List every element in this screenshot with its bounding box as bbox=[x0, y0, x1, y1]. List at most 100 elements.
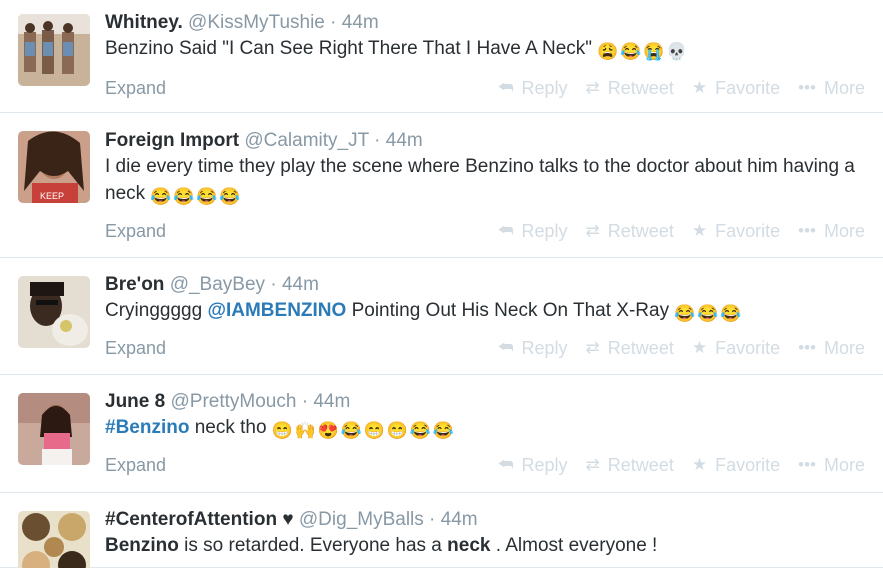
separator: · bbox=[330, 12, 337, 33]
favorite-button[interactable]: ★ Favorite bbox=[692, 76, 780, 100]
tweet[interactable]: Whitney. @KissMyTushie · 44m Benzino Sai… bbox=[0, 0, 883, 113]
timestamp[interactable]: 44m bbox=[282, 274, 319, 295]
tweet-header: Foreign Import @Calamity_JT · 44m bbox=[105, 129, 875, 153]
more-button[interactable]: ••• More bbox=[798, 219, 865, 243]
tweet-actions: ⮪ Reply ⇄ Retweet ★ Favorite ••• More bbox=[480, 219, 865, 243]
tears-of-joy-emoji: 😂 bbox=[620, 42, 642, 61]
svg-text:KEEP: KEEP bbox=[40, 191, 64, 201]
expand-link[interactable]: Expand bbox=[105, 336, 166, 360]
fullname[interactable]: #CenterofAttention ♥ bbox=[105, 509, 294, 530]
more-button[interactable]: ••• More bbox=[798, 453, 865, 477]
tweet-footer: Expand ⮪ Reply ⇄ Retweet ★ Favorite ••• More bbox=[105, 76, 875, 100]
retweet-icon: ⇄ bbox=[585, 455, 600, 474]
username[interactable]: @Dig_MyBalls bbox=[299, 509, 424, 530]
retweet-label: Retweet bbox=[607, 78, 674, 98]
heart-eyes-emoji: 😍 bbox=[317, 421, 340, 440]
more-dots-icon: ••• bbox=[798, 338, 816, 357]
tweet-text: Benzino Said "I Can See Right There That… bbox=[105, 35, 875, 62]
username[interactable]: @_BayBey bbox=[170, 274, 265, 295]
tweet[interactable]: June 8 @PrettyMouch · 44m #Benzino neck … bbox=[0, 375, 883, 493]
tweet-footer: Expand ⮪ Reply ⇄ Retweet ★ Favorite ••• More bbox=[105, 219, 875, 243]
retweet-button[interactable]: ⇄ Retweet bbox=[586, 453, 674, 477]
tweet-actions: ⮪ Reply ⇄ Retweet ★ Favorite ••• More bbox=[480, 336, 865, 360]
retweet-icon: ⇄ bbox=[585, 221, 600, 240]
favorite-button[interactable]: ★ Favorite bbox=[692, 219, 780, 243]
separator: · bbox=[429, 509, 436, 530]
more-button[interactable]: ••• More bbox=[798, 336, 865, 360]
timestamp[interactable]: 44m bbox=[313, 391, 350, 412]
tears-of-joy-emoji: 😂 bbox=[219, 187, 241, 206]
weary-face-emoji: 😩 bbox=[597, 42, 619, 61]
favorite-label: Favorite bbox=[715, 455, 781, 475]
fullname[interactable]: June 8 bbox=[105, 391, 165, 412]
username[interactable]: @KissMyTushie bbox=[188, 12, 325, 33]
tweet-header: Whitney. @KissMyTushie · 44m bbox=[105, 11, 875, 35]
more-dots-icon: ••• bbox=[798, 455, 816, 474]
timestamp[interactable]: 44m bbox=[441, 509, 478, 530]
reply-button[interactable]: ⮪ Reply bbox=[498, 76, 568, 100]
avatar[interactable] bbox=[18, 14, 90, 86]
avatar[interactable] bbox=[18, 511, 90, 568]
favorite-label: Favorite bbox=[715, 221, 781, 241]
tweet-text-body: Pointing Out His Neck On That X-Ray bbox=[351, 300, 670, 321]
tweet[interactable]: #CenterofAttention ♥ @Dig_MyBalls · 44m … bbox=[0, 493, 883, 568]
retweet-icon: ⇄ bbox=[585, 78, 600, 97]
tweet-text-body: . Almost everyone ! bbox=[495, 535, 658, 556]
favorite-button[interactable]: ★ Favorite bbox=[692, 453, 780, 477]
reply-label: Reply bbox=[521, 455, 568, 475]
username[interactable]: @Calamity_JT bbox=[244, 130, 369, 151]
tweet-footer: Expand ⮪ Reply ⇄ Retweet ★ Favorite ••• More bbox=[105, 336, 875, 360]
more-label: More bbox=[823, 78, 865, 98]
tweet-text-body: neck tho bbox=[194, 417, 267, 438]
more-button[interactable]: ••• More bbox=[798, 76, 865, 100]
mention-link[interactable]: @IAMBENZINO bbox=[207, 300, 346, 321]
avatar[interactable] bbox=[18, 276, 90, 348]
raised-hands-emoji: 🙌 bbox=[294, 421, 317, 440]
skull-emoji: 💀 bbox=[666, 42, 688, 61]
timestamp[interactable]: 44m bbox=[386, 130, 423, 151]
fullname[interactable]: Whitney. bbox=[105, 12, 183, 33]
fullname[interactable]: Foreign Import bbox=[105, 130, 239, 151]
reply-button[interactable]: ⮪ Reply bbox=[498, 453, 568, 477]
reply-button[interactable]: ⮪ Reply bbox=[498, 219, 568, 243]
tweet-text-body: is so retarded. Everyone has a bbox=[184, 535, 442, 556]
grimacing-face-emoji: 😁 bbox=[386, 421, 409, 440]
more-label: More bbox=[823, 221, 865, 241]
tweet[interactable]: KEEP Foreign Import @Calamity_JT · 44m I… bbox=[0, 113, 883, 258]
separator: · bbox=[270, 274, 277, 295]
star-icon: ★ bbox=[691, 338, 708, 357]
separator: · bbox=[301, 391, 309, 412]
tweet-actions: ⮪ Reply ⇄ Retweet ★ Favorite ••• More bbox=[480, 453, 865, 477]
timestamp[interactable]: 44m bbox=[342, 12, 379, 33]
retweet-label: Retweet bbox=[607, 455, 674, 475]
expand-link[interactable]: Expand bbox=[105, 76, 166, 100]
retweet-button[interactable]: ⇄ Retweet bbox=[586, 219, 674, 243]
reply-icon: ⮪ bbox=[497, 78, 514, 97]
favorite-label: Favorite bbox=[715, 78, 781, 98]
tears-of-joy-emoji: 😂 bbox=[674, 304, 696, 323]
tweet-text-body: Cryinggggg bbox=[105, 300, 203, 321]
grimacing-face-emoji: 😁 bbox=[363, 421, 386, 440]
expand-link[interactable]: Expand bbox=[105, 219, 166, 243]
fullname[interactable]: Bre'on bbox=[105, 274, 164, 295]
hashtag-link[interactable]: #Benzino bbox=[105, 417, 189, 438]
tears-of-joy-emoji: 😂 bbox=[697, 304, 719, 323]
tears-of-joy-emoji: 😂 bbox=[409, 421, 432, 440]
tears-of-joy-emoji: 😂 bbox=[150, 187, 172, 206]
favorite-button[interactable]: ★ Favorite bbox=[692, 336, 780, 360]
avatar[interactable] bbox=[18, 393, 90, 465]
reply-icon: ⮪ bbox=[497, 221, 514, 240]
reply-button[interactable]: ⮪ Reply bbox=[498, 336, 568, 360]
tweet-header: June 8 @PrettyMouch · 44m bbox=[105, 390, 875, 414]
retweet-button[interactable]: ⇄ Retweet bbox=[586, 336, 674, 360]
highlighted-term: neck bbox=[447, 535, 491, 556]
tears-of-joy-emoji: 😂 bbox=[196, 187, 218, 206]
tweet-actions: ⮪ Reply ⇄ Retweet ★ Favorite ••• More bbox=[480, 76, 865, 100]
avatar[interactable]: KEEP bbox=[18, 131, 90, 203]
expand-link[interactable]: Expand bbox=[105, 453, 166, 477]
tweet[interactable]: Bre'on @_BayBey · 44m Cryinggggg @IAMBEN… bbox=[0, 258, 883, 375]
username[interactable]: @PrettyMouch bbox=[170, 391, 296, 412]
retweet-button[interactable]: ⇄ Retweet bbox=[586, 76, 674, 100]
more-label: More bbox=[823, 455, 865, 475]
star-icon: ★ bbox=[691, 78, 708, 97]
